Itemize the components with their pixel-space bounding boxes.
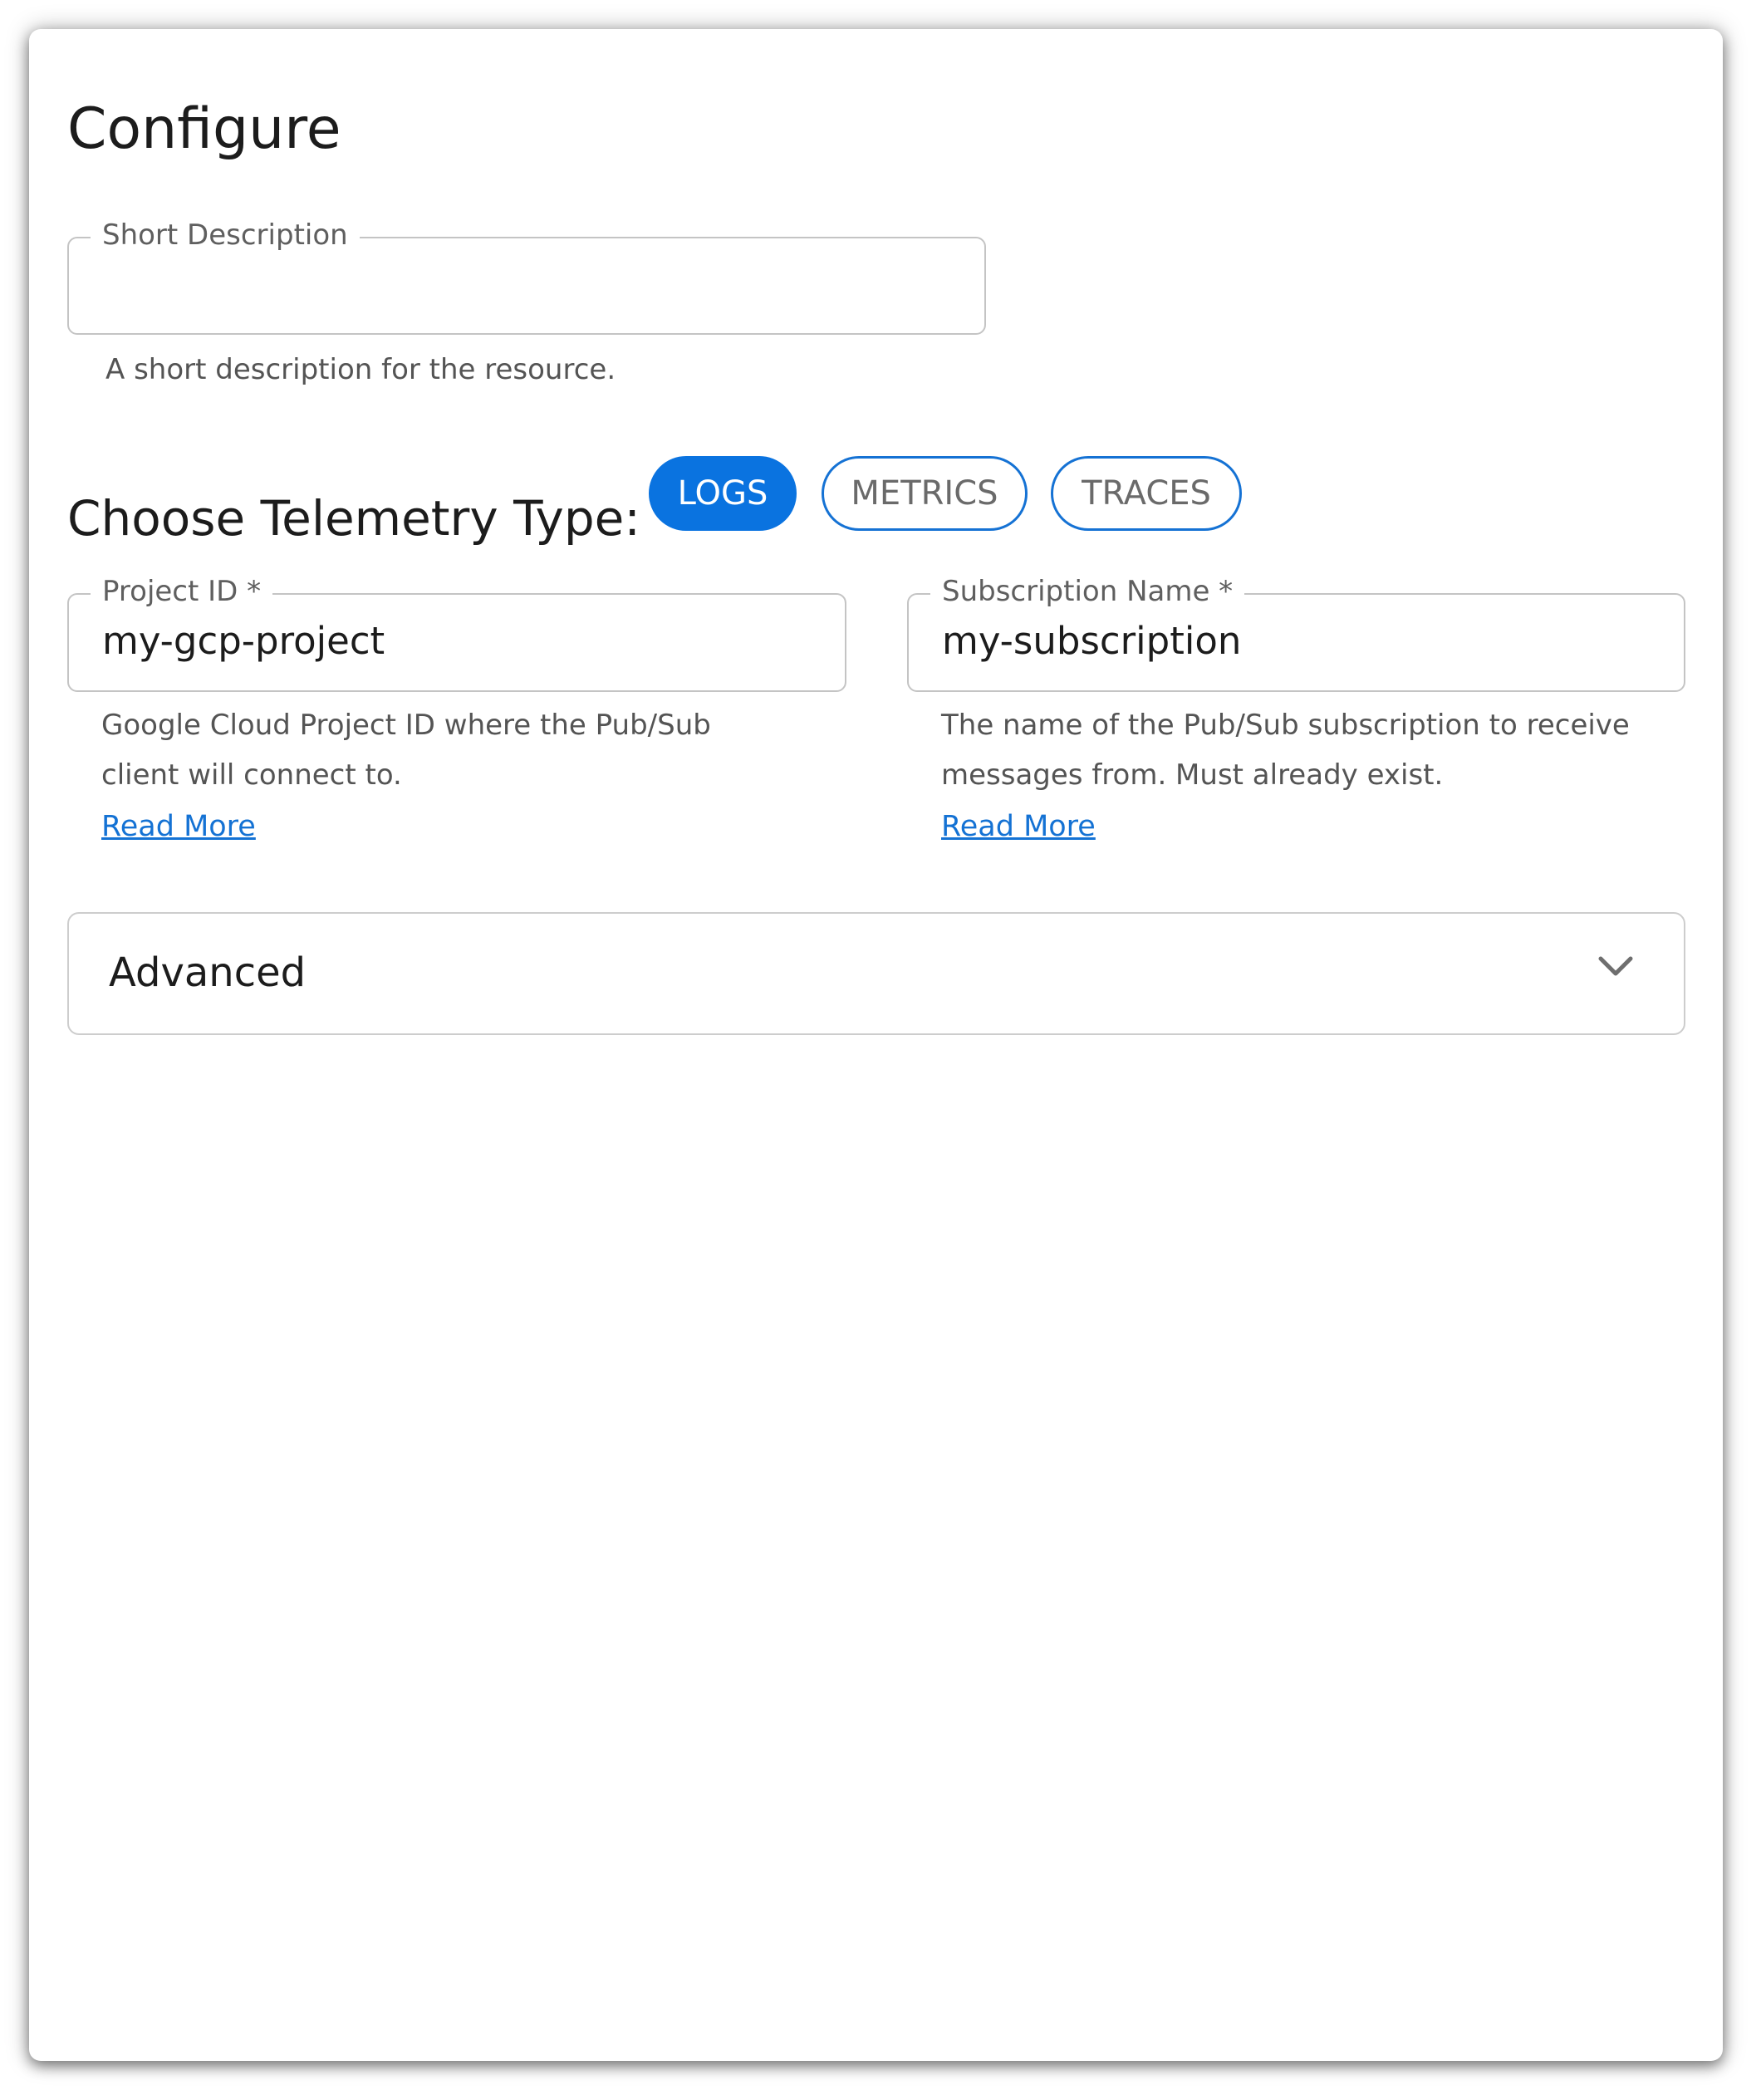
subscription-name-helper-line-2: messages from. Must already exist.	[941, 758, 1444, 792]
advanced-accordion-title: Advanced	[109, 949, 307, 996]
telemetry-chip-traces[interactable]: TRACES	[1051, 456, 1242, 531]
subscription-name-read-more-link[interactable]: Read More	[941, 807, 1096, 846]
subscription-name-helper-line-1: The name of the Pub/Sub subscription to …	[941, 709, 1630, 742]
subscription-name-label: Subscription Name *	[930, 572, 1245, 611]
project-id-helper-line-2: client will connect to.	[101, 758, 402, 792]
project-id-field[interactable]: Project ID *	[67, 572, 846, 692]
project-id-input[interactable]	[102, 613, 812, 668]
page-title: Configure	[67, 96, 341, 162]
configure-card: Configure Short Description A short desc…	[29, 29, 1723, 2061]
short-description-field[interactable]: Short Description	[67, 215, 986, 335]
short-description-helper: A short description for the resource.	[105, 353, 616, 386]
subscription-name-input[interactable]	[942, 613, 1651, 668]
advanced-accordion[interactable]: Advanced	[67, 912, 1685, 1035]
project-id-label: Project ID *	[91, 572, 273, 611]
short-description-label: Short Description	[91, 215, 360, 255]
telemetry-chip-metrics[interactable]: METRICS	[822, 456, 1028, 531]
chevron-down-icon[interactable]	[1596, 947, 1636, 987]
telemetry-type-heading: Choose Telemetry Type:	[67, 490, 640, 547]
telemetry-chip-logs[interactable]: LOGS	[649, 456, 797, 531]
subscription-name-field[interactable]: Subscription Name *	[907, 572, 1685, 692]
project-id-helper-line-1: Google Cloud Project ID where the Pub/Su…	[101, 709, 711, 742]
project-id-read-more-link[interactable]: Read More	[101, 807, 256, 846]
short-description-input[interactable]	[102, 257, 951, 312]
